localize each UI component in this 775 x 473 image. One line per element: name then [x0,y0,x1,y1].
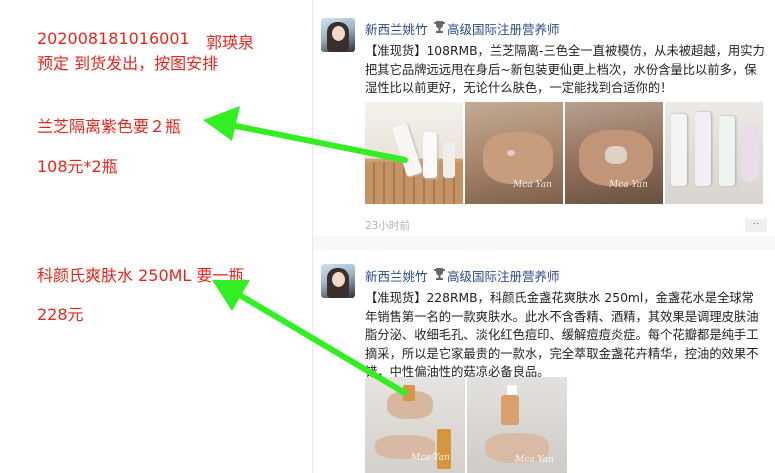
post-author-name[interactable]: 新西兰姚竹 [365,266,428,285]
post-text: 【准现货】108RMB，兰芝隔离-三色全一直被模仿，从未被超越，用实力把其它品牌… [365,44,765,95]
item2-price-text: 228元 [37,305,84,324]
photo-watermark: Mca Yan [515,455,554,465]
moments-feed[interactable]: 新西兰姚竹 高级国际注册营养师 【准现货】108RMB，兰芝隔离-三色全一直被模… [313,0,775,473]
post-photo[interactable]: Mca Yan [365,377,465,473]
feed-post: 新西兰姚竹 高级国际注册营养师 【准现货】228RMB，科颜氏金盏花爽肤水 25… [313,250,775,473]
photo-watermark: Mca Yan [411,453,450,463]
avatar[interactable] [321,264,355,298]
post-photo[interactable]: Mca Yan [467,377,567,473]
photo-watermark: Mca Yan [609,180,648,190]
post-photo[interactable]: Mca Yan [565,102,663,204]
post-text: 【准现货】228RMB，科颜氏金盏花爽肤水 250ml，金盏花水是全球常年销售第… [365,291,759,379]
order-id-text: 202008181016001 [37,29,190,48]
item1-name-text: 兰芝隔离紫色要２瓶 [37,117,182,136]
instruction-text: 预定 到货发出，按图安排 [37,54,219,73]
trophy-icon [433,20,446,38]
photo-watermark: Mca Yan [513,180,552,190]
feed-post: 新西兰姚竹 高级国际注册营养师 【准现货】108RMB，兰芝隔离-三色全一直被模… [313,0,775,236]
avatar[interactable] [321,18,355,52]
item2-name-text: 科颜氏爽肤水 250ML 要一瓶 [37,266,245,285]
post-author-name[interactable]: 新西兰姚竹 [365,19,428,38]
item1-price-text: 108元*2瓶 [37,157,118,176]
post-photo[interactable]: Mca Yan [465,102,563,204]
post-author-title: 高级国际注册营养师 [447,22,560,37]
more-options-button[interactable]: ·· [745,218,767,232]
post-photo[interactable] [365,102,463,204]
post-timestamp: 23小时前 [365,220,410,232]
trophy-icon [433,267,446,285]
post-author-title: 高级国际注册营养师 [447,269,560,284]
annotation-panel: 202008181016001 郭瑛泉 预定 到货发出，按图安排 兰芝隔离紫色要… [0,0,312,473]
post-photo[interactable] [665,102,763,204]
